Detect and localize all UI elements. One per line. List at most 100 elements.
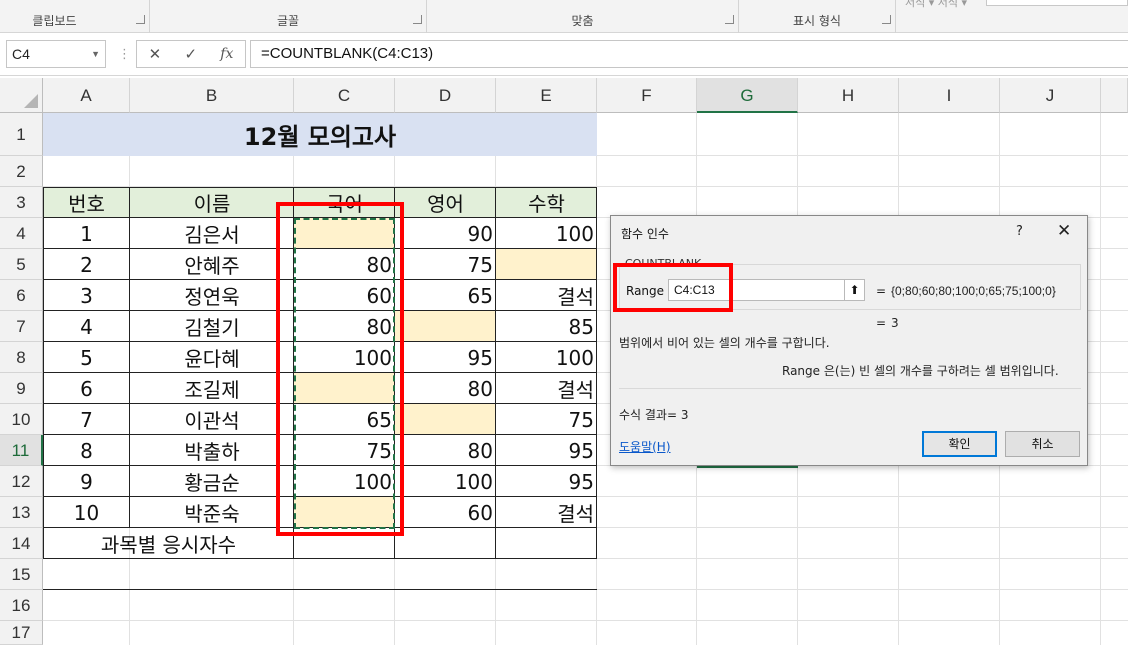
column-header-d[interactable]: D — [395, 78, 496, 113]
cell-eng[interactable] — [395, 404, 496, 435]
formula-input[interactable]: =COUNTBLANK(C4:C13) — [250, 40, 1128, 68]
row-header-4[interactable]: 4 — [0, 218, 43, 249]
cell-math[interactable] — [496, 249, 597, 280]
row-header-5[interactable]: 5 — [0, 249, 43, 280]
dialog-launcher-icon[interactable] — [725, 15, 734, 24]
cell-eng[interactable]: 100 — [395, 466, 496, 497]
cell-math[interactable]: 결석 — [496, 373, 597, 404]
row-header-15[interactable]: 15 — [0, 559, 43, 590]
column-header-j[interactable]: J — [1000, 78, 1101, 113]
cell-eng[interactable]: 80 — [395, 435, 496, 466]
row-header-2[interactable]: 2 — [0, 156, 43, 187]
column-header-b[interactable]: B — [130, 78, 294, 113]
row-header-9[interactable]: 9 — [0, 373, 43, 404]
cell-math[interactable]: 100 — [496, 342, 597, 373]
cell-no[interactable]: 5 — [43, 342, 130, 373]
row-header-17[interactable]: 17 — [0, 621, 43, 645]
cell-math[interactable]: 75 — [496, 404, 597, 435]
cell-no[interactable]: 6 — [43, 373, 130, 404]
ribbon-style-gallery[interactable] — [986, 0, 1128, 6]
cell-eng[interactable] — [395, 311, 496, 342]
dialog-launcher-icon[interactable] — [882, 15, 891, 24]
cell-no[interactable]: 8 — [43, 435, 130, 466]
cell-eng[interactable]: 90 — [395, 218, 496, 249]
cancel-button[interactable]: 취소 — [1005, 431, 1080, 457]
row-header-10[interactable]: 10 — [0, 404, 43, 435]
cell-math[interactable]: 100 — [496, 218, 597, 249]
cell-name[interactable]: 정연욱 — [130, 280, 294, 311]
cell-name[interactable]: 조길제 — [130, 373, 294, 404]
result-equals-sign: = — [876, 316, 887, 330]
row-header-8[interactable]: 8 — [0, 342, 43, 373]
row-header-14[interactable]: 14 — [0, 528, 43, 559]
cell-eng[interactable]: 75 — [395, 249, 496, 280]
close-icon[interactable]: ✕ — [1057, 221, 1071, 241]
cell-no[interactable]: 4 — [43, 311, 130, 342]
cell-name[interactable]: 이관석 — [130, 404, 294, 435]
cell-name[interactable]: 윤다혜 — [130, 342, 294, 373]
cell-name[interactable]: 황금순 — [130, 466, 294, 497]
column-header-c[interactable]: C — [294, 78, 395, 113]
cancel-icon[interactable]: ✕ — [149, 45, 162, 63]
name-box[interactable]: C4 ▼ — [6, 40, 106, 68]
row-header-7[interactable]: 7 — [0, 311, 43, 342]
select-all-button[interactable] — [0, 78, 43, 113]
column-header-h[interactable]: H — [798, 78, 899, 113]
row-header-6[interactable]: 6 — [0, 280, 43, 311]
cell-no[interactable]: 3 — [43, 280, 130, 311]
cell-name[interactable]: 박준숙 — [130, 497, 294, 528]
column-header-f[interactable]: F — [597, 78, 697, 113]
ribbon: 클립보드 글꼴 맞춤 표시 형식 서식 ▾ 서식 ▾ — [0, 0, 1128, 33]
row-header-16[interactable]: 16 — [0, 590, 43, 621]
chevron-down-icon[interactable]: ▼ — [91, 49, 100, 59]
cell-math[interactable]: 85 — [496, 311, 597, 342]
collapse-dialog-icon[interactable]: ⬆ — [844, 279, 865, 301]
cell-no[interactable]: 7 — [43, 404, 130, 435]
column-header-e[interactable]: E — [496, 78, 597, 113]
header-cell-math[interactable]: 수학 — [496, 187, 597, 218]
dialog-launcher-icon[interactable] — [136, 15, 145, 24]
cell-name[interactable]: 김은서 — [130, 218, 294, 249]
cell-math[interactable]: 결석 — [496, 280, 597, 311]
cell-name[interactable]: 박출하 — [130, 435, 294, 466]
cell-math[interactable]: 결석 — [496, 497, 597, 528]
help-icon[interactable]: ? — [1016, 224, 1023, 239]
cell-eng[interactable]: 80 — [395, 373, 496, 404]
cell-no[interactable]: 1 — [43, 218, 130, 249]
column-header-a[interactable]: A — [43, 78, 130, 113]
row-header-11[interactable]: 11 — [0, 435, 43, 466]
dialog-launcher-icon[interactable] — [413, 15, 422, 24]
ribbon-group-font: 글꼴 — [150, 0, 427, 33]
function-result-preview: 3 — [891, 316, 899, 330]
cell-eng[interactable]: 60 — [395, 497, 496, 528]
ribbon-group-label: 표시 형식 — [793, 14, 841, 28]
cell-math[interactable]: 95 — [496, 435, 597, 466]
cell-name[interactable]: 김철기 — [130, 311, 294, 342]
cell-no[interactable]: 10 — [43, 497, 130, 528]
ribbon-style-buttons[interactable]: 서식 ▾ 서식 ▾ — [905, 0, 967, 10]
row-header-3[interactable]: 3 — [0, 187, 43, 218]
header-cell-english[interactable]: 영어 — [395, 187, 496, 218]
help-link[interactable]: 도움말(H) — [619, 438, 671, 455]
cell-name[interactable]: 안혜주 — [130, 249, 294, 280]
column-header-i[interactable]: I — [899, 78, 1000, 113]
summary-label-cell[interactable]: 과목별 응시자수 — [43, 528, 294, 559]
cell-no[interactable]: 2 — [43, 249, 130, 280]
header-cell-no[interactable]: 번호 — [43, 187, 130, 218]
enter-icon[interactable]: ✓ — [184, 45, 197, 63]
row-header-1[interactable]: 1 — [0, 113, 43, 156]
cell-no[interactable]: 9 — [43, 466, 130, 497]
ok-button[interactable]: 확인 — [922, 431, 997, 457]
cell-eng[interactable]: 95 — [395, 342, 496, 373]
ribbon-group-label: 글꼴 — [276, 14, 300, 28]
cell-eng[interactable]: 65 — [395, 280, 496, 311]
row-header-12[interactable]: 12 — [0, 466, 43, 497]
insert-function-icon[interactable]: fx — [220, 46, 233, 62]
formula-bar-resize-handle[interactable]: ⋮ — [118, 47, 131, 62]
sheet-title-cell[interactable]: 12월 모의고사 — [43, 113, 597, 156]
header-cell-name[interactable]: 이름 — [130, 187, 294, 218]
column-header-g[interactable]: G — [697, 78, 798, 113]
row-header-13[interactable]: 13 — [0, 497, 43, 528]
column-header-partial[interactable] — [1101, 78, 1128, 113]
cell-math[interactable]: 95 — [496, 466, 597, 497]
